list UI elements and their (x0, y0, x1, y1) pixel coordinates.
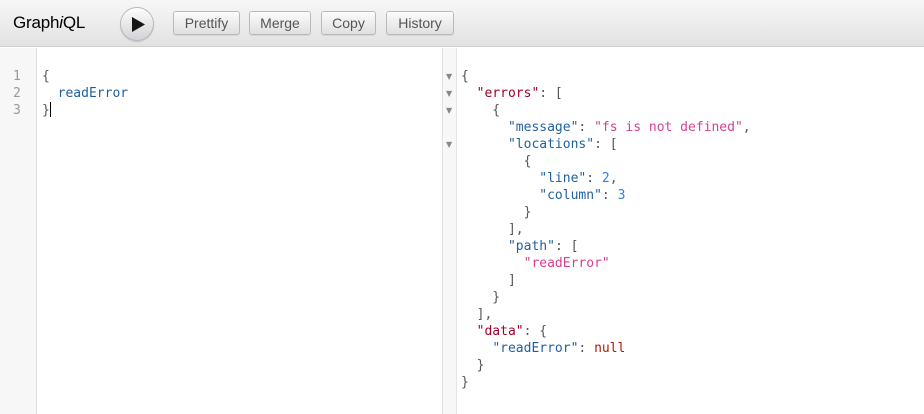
result-line: "message": "fs is not defined", (507, 120, 751, 135)
play-icon (132, 17, 145, 32)
result-line: } (461, 358, 485, 373)
query-field-readError[interactable]: readError (42, 85, 128, 102)
result-line: "column": 3 (539, 188, 626, 203)
copy-button[interactable]: Copy (321, 11, 376, 35)
line-number: 3 (13, 103, 21, 118)
result-line: "path": [ (507, 239, 579, 254)
result-line: ], (461, 307, 493, 322)
merge-button[interactable]: Merge (249, 11, 311, 35)
query-line[interactable]: } (42, 102, 51, 119)
result-line: } (461, 290, 501, 305)
line-number: 2 (13, 86, 21, 101)
result-line: "readError" (523, 256, 610, 271)
result-line: { (461, 154, 532, 169)
result-line: { (461, 69, 469, 84)
result-line: } (461, 375, 469, 390)
history-button[interactable]: History (386, 11, 454, 35)
result-line: "locations": [ (507, 137, 618, 152)
result-viewer: ▼ ▼ ▼ ▼ { "errors": [ { "message": "fs i… (443, 48, 924, 414)
result-line: "readError": null (492, 341, 626, 356)
app-logo: GraphiQL (13, 13, 86, 32)
prettify-button[interactable]: Prettify (173, 11, 240, 35)
result-line: ], (461, 222, 524, 237)
query-line[interactable]: { (42, 68, 50, 85)
fold-arrow-icon[interactable]: ▼ (446, 136, 452, 153)
execute-query-button[interactable] (120, 7, 154, 41)
fold-arrow-icon[interactable]: ▼ (446, 68, 452, 85)
result-line: { (461, 103, 501, 118)
query-editor[interactable]: 1 2 3 { readError } (0, 48, 443, 414)
fold-arrow-icon[interactable]: ▼ (446, 85, 452, 102)
result-line: "errors": [ (476, 86, 563, 101)
result-line: } (461, 205, 532, 220)
result-line: "line": 2, (539, 171, 618, 186)
toolbar: GraphiQL Prettify Merge Copy History (0, 0, 924, 47)
fold-arrow-icon[interactable]: ▼ (446, 102, 452, 119)
line-number: 1 (13, 69, 21, 84)
result-line: "data": { (476, 324, 548, 339)
result-line: ] (461, 273, 516, 288)
text-cursor (49, 102, 51, 117)
